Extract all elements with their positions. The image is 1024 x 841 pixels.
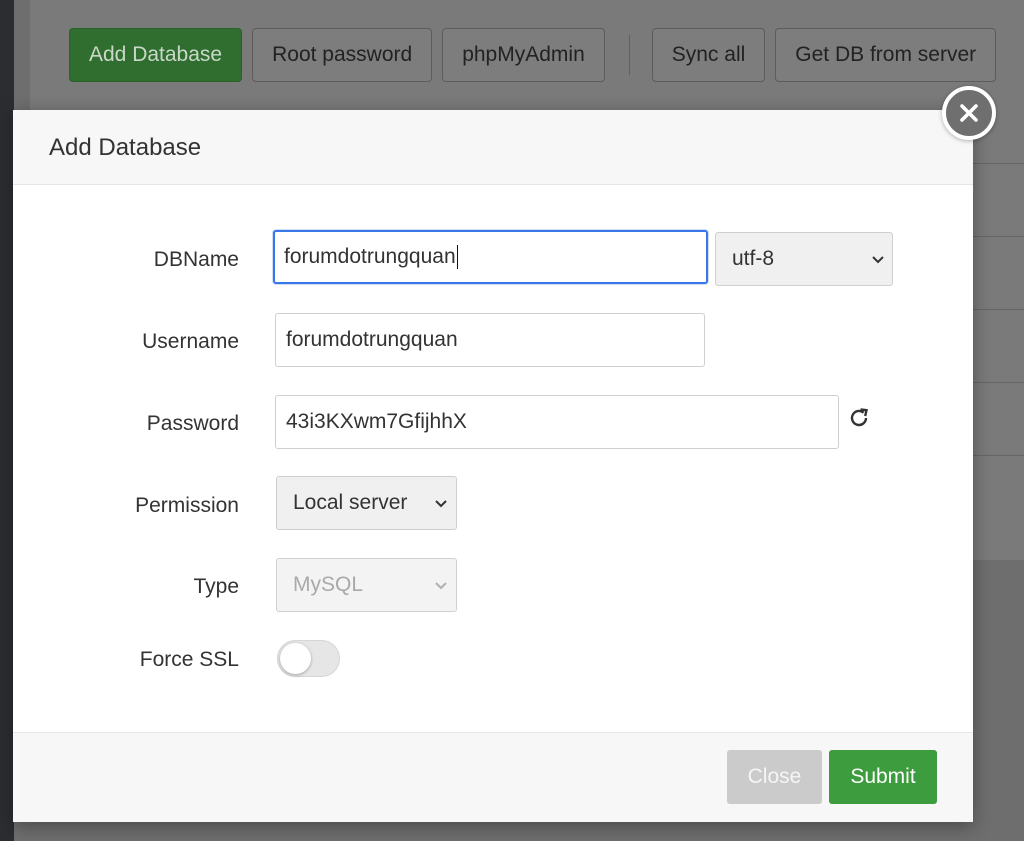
refresh-icon[interactable] <box>847 406 871 430</box>
permission-select[interactable]: Local server <box>276 476 457 530</box>
get-db-from-server-button[interactable]: Get DB from server <box>775 27 997 82</box>
force-ssl-label: Force SSL <box>139 648 239 671</box>
dbname-label: DBName <box>153 248 239 271</box>
password-label: Password <box>146 412 239 435</box>
toggle-knob <box>280 643 311 674</box>
dbname-input[interactable]: forumdotrungquan <box>273 230 708 284</box>
background-row-divider <box>972 382 1024 383</box>
permission-label: Permission <box>135 494 239 517</box>
background-row-divider <box>972 163 1024 164</box>
type-value: MySQL <box>293 573 364 596</box>
force-ssl-toggle[interactable] <box>277 640 340 677</box>
chevron-down-icon <box>435 582 447 590</box>
phpmyadmin-button[interactable]: phpMyAdmin <box>442 27 605 82</box>
username-label: Username <box>142 330 239 353</box>
add-database-button[interactable]: Add Database <box>69 27 243 82</box>
type-select[interactable]: MySQL <box>276 558 457 612</box>
text-caret <box>456 245 458 270</box>
password-input[interactable]: 43i3KXwm7GfijhhX <box>275 395 839 449</box>
charset-value: utf-8 <box>732 247 775 270</box>
modal-title: Add Database <box>13 110 973 185</box>
background-row-divider <box>972 455 1024 456</box>
background-row-divider <box>972 309 1024 310</box>
background-row-divider <box>972 236 1024 237</box>
type-label: Type <box>193 575 239 598</box>
add-database-modal: Add Database DBName forumdotrungquan utf… <box>13 110 973 822</box>
database-toolbar: Add Database Root password phpMyAdmin Sy… <box>69 27 1006 82</box>
close-button[interactable]: Close <box>727 750 822 804</box>
charset-select[interactable]: utf-8 <box>715 232 893 286</box>
dbname-value: forumdotrungquan <box>284 245 456 268</box>
chevron-down-icon <box>435 500 447 508</box>
chevron-down-icon <box>872 256 884 264</box>
root-password-button[interactable]: Root password <box>252 27 433 82</box>
permission-value: Local server <box>293 491 408 514</box>
sync-all-button[interactable]: Sync all <box>651 27 766 82</box>
close-icon[interactable] <box>942 86 996 140</box>
submit-button[interactable]: Submit <box>829 750 937 804</box>
toolbar-divider <box>628 34 630 75</box>
left-sidebar-strip <box>0 0 14 841</box>
x-mark-icon <box>960 104 978 122</box>
username-input[interactable]: forumdotrungquan <box>275 313 705 367</box>
